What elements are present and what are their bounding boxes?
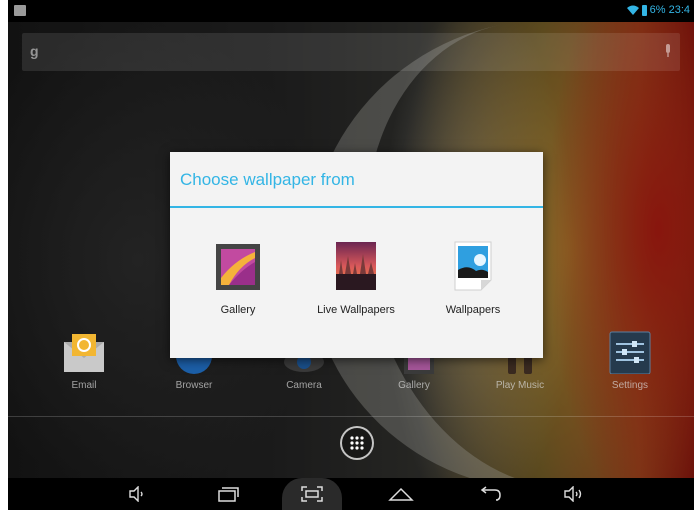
option-gallery[interactable]: Gallery [178,238,298,316]
option-label-gallery: Gallery [220,304,256,316]
volume-down-button[interactable] [107,478,167,510]
option-label-wallpapers: Wallpapers [445,304,501,316]
google-search-bar[interactable]: g [22,33,680,71]
recent-apps-icon [218,487,239,502]
all-apps-button[interactable] [340,426,374,460]
settings-icon [608,330,652,375]
live-wallpapers-icon [333,238,379,292]
all-apps-icon [350,436,364,450]
wifi-icon [626,5,639,16]
option-label-live-wallpapers: Live Wallpapers [317,304,395,316]
email-icon [62,330,106,374]
recent-apps-button[interactable] [198,478,258,510]
app-settings[interactable]: Settings [590,330,670,391]
volume-down-icon [129,486,143,502]
app-label-browser: Browser [175,380,213,391]
home-button[interactable] [371,478,431,510]
clock: 23:4 [668,4,690,16]
app-label-camera: Camera [286,380,322,391]
navigation-bar [8,478,694,510]
choose-wallpaper-dialog: Choose wallpaper from Gallery Live Wallp… [170,152,543,358]
home-icon [388,487,414,501]
home-screen: 6% 23:4 g Email Browser Camera Gallery P… [8,0,694,510]
gallery-icon [215,238,261,292]
battery-percent: 6% [649,4,666,16]
app-label-gallery: Gallery [398,380,430,391]
volume-up-button[interactable] [544,478,604,510]
app-label-email: Email [71,380,97,391]
app-label-play-music: Play Music [495,380,545,391]
mic-icon[interactable] [664,44,672,63]
option-wallpapers[interactable]: Wallpapers [413,238,533,316]
dialog-title: Choose wallpaper from [180,170,355,189]
google-icon[interactable]: g [30,43,39,59]
status-indicators: 6% 23:4 [626,4,690,16]
app-email[interactable]: Email [44,330,124,391]
back-button[interactable] [460,478,520,510]
hotseat-divider [8,416,694,417]
app-label-settings: Settings [611,380,649,391]
back-icon [480,486,501,501]
screenshot-icon [301,486,323,502]
battery-icon [641,4,647,16]
volume-up-icon [564,486,582,502]
screenshot-button[interactable] [282,478,342,510]
wallpapers-icon [450,238,496,292]
screenshot-notification-icon [14,5,26,16]
option-live-wallpapers[interactable]: Live Wallpapers [296,238,416,316]
status-bar: 6% 23:4 [8,0,694,22]
dialog-title-divider [170,206,543,208]
